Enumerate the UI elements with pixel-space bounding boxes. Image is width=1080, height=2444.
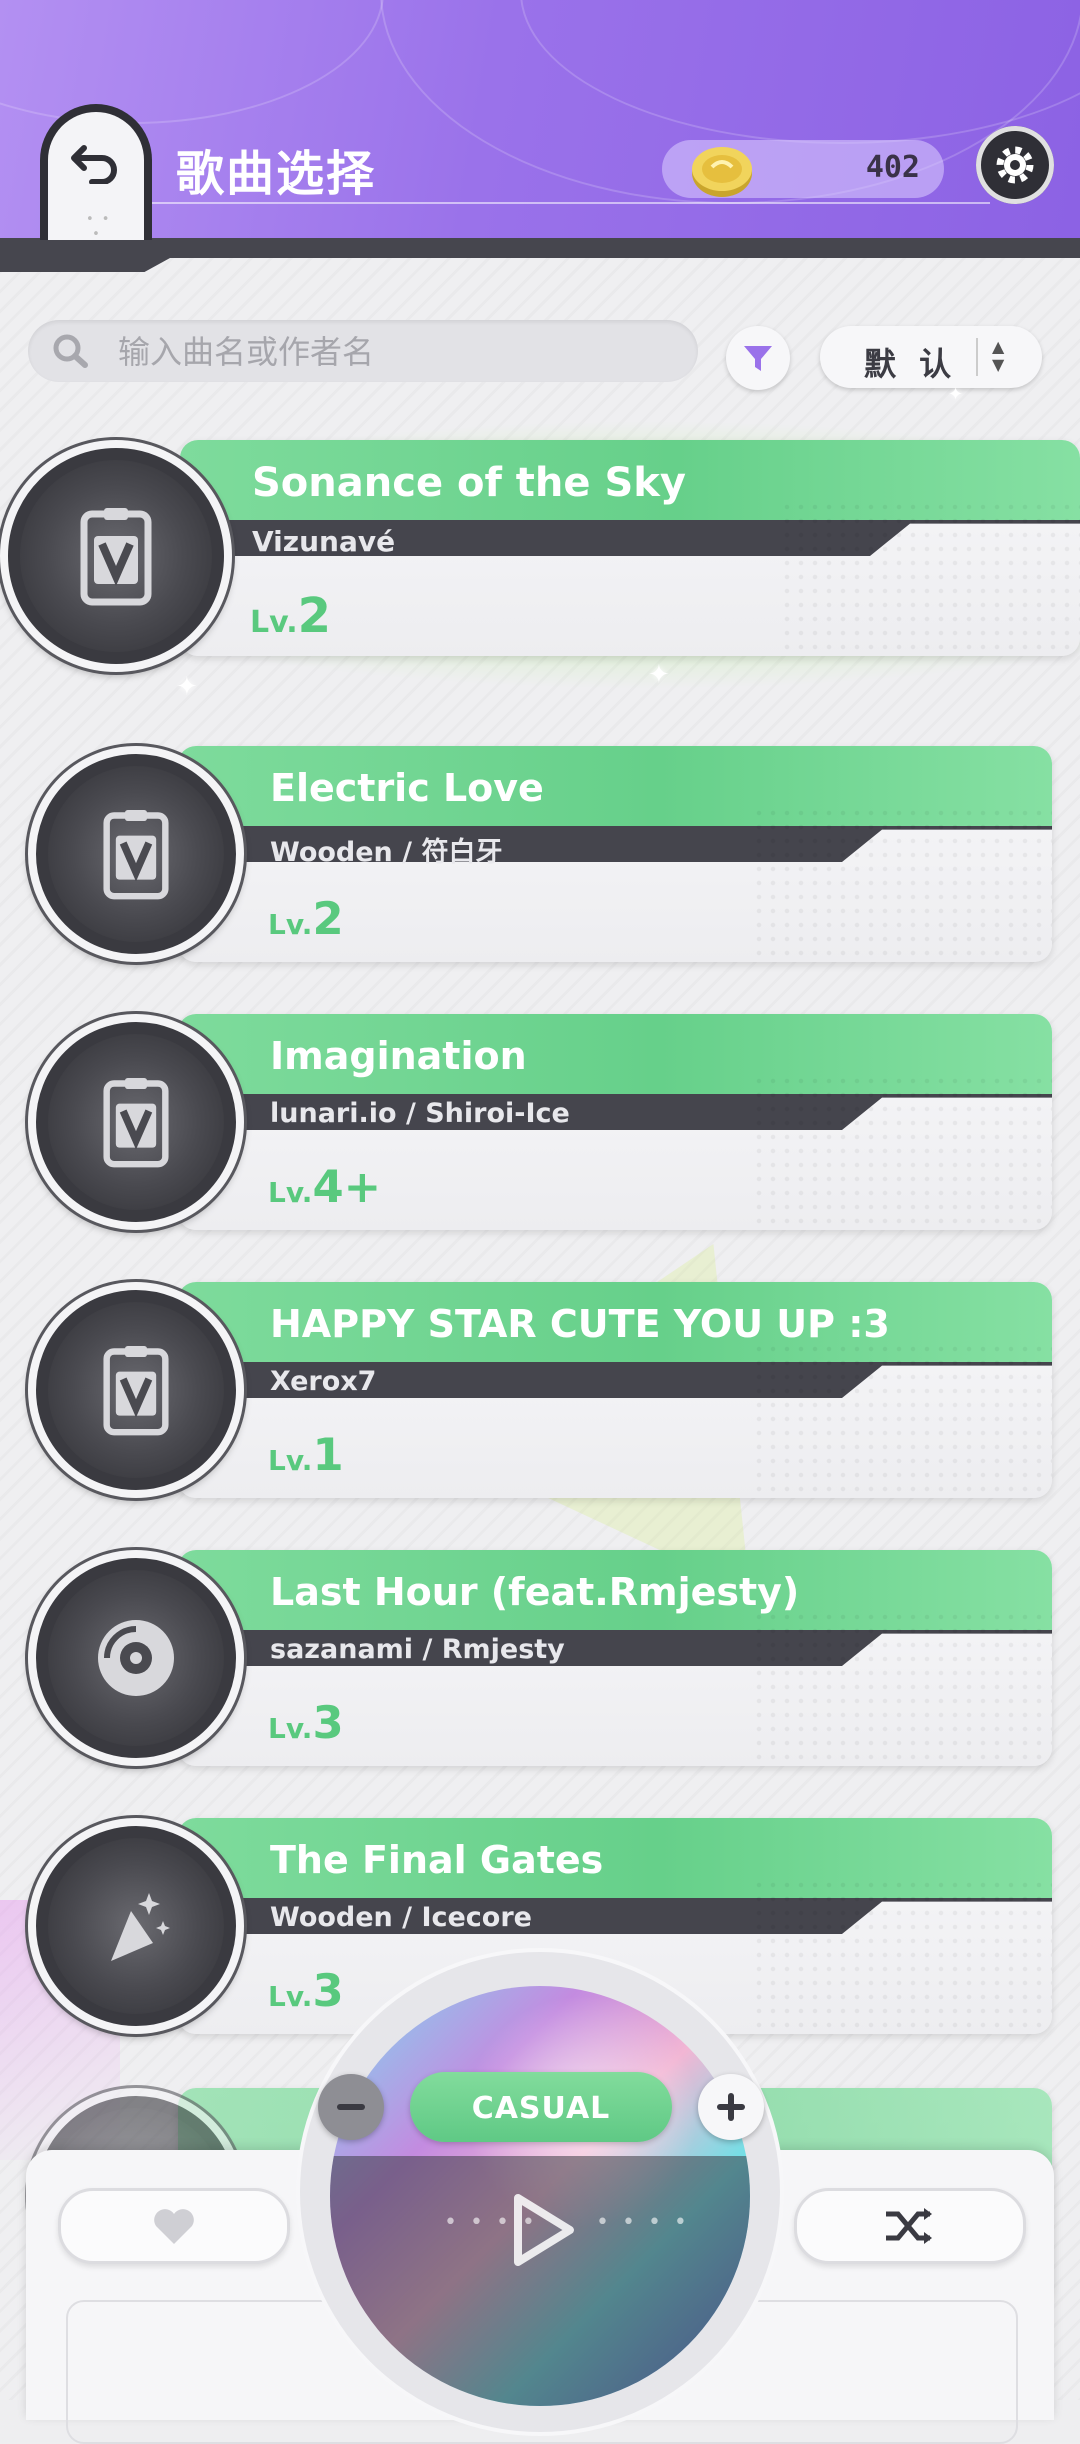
voucher-icon xyxy=(103,1346,169,1436)
difficulty-label: CASUAL xyxy=(471,2091,611,2126)
header-band-tab xyxy=(0,258,170,272)
header-band xyxy=(0,238,1080,258)
back-arrow-icon xyxy=(71,145,117,184)
play-dots-right: • • • • xyxy=(596,2210,690,2235)
song-artist: Wooden / Icecore xyxy=(270,1902,532,1933)
song-cover xyxy=(28,1282,244,1498)
song-title: The Final Gates xyxy=(270,1838,604,1882)
difficulty-selector[interactable]: CASUAL xyxy=(410,2072,672,2142)
song-artist: Wooden / 符白牙 xyxy=(270,837,503,868)
song-title: Electric Love xyxy=(270,766,544,810)
play-button[interactable] xyxy=(508,2192,578,2268)
song-item[interactable]: Electric Love Wooden / 符白牙 Lv.2 xyxy=(28,746,1052,962)
song-title: Sonance of the Sky xyxy=(252,460,686,506)
header-bar xyxy=(0,0,1080,240)
settings-button[interactable] xyxy=(976,126,1054,204)
heart-icon xyxy=(154,2209,194,2244)
filter-button[interactable] xyxy=(726,326,790,390)
song-cover xyxy=(0,440,232,672)
coin-icon xyxy=(692,147,752,197)
search-input[interactable] xyxy=(116,330,680,374)
sort-arrows-icon: ▲ ▼ xyxy=(992,337,1005,374)
song-title: HAPPY STAR CUTE YOU UP :3 xyxy=(270,1302,890,1346)
shuffle-button[interactable] xyxy=(794,2188,1026,2264)
voucher-icon xyxy=(80,508,152,606)
sort-label: 默 认 xyxy=(864,345,958,383)
song-cover xyxy=(28,1550,244,1766)
plus-icon xyxy=(717,2093,745,2121)
favorite-button[interactable] xyxy=(58,2188,290,2264)
back-button[interactable]: • • • xyxy=(40,104,152,242)
filter-icon xyxy=(744,346,772,371)
sort-dropdown[interactable]: 默 认 ▲ ▼ xyxy=(820,326,1042,388)
song-title: Imagination xyxy=(270,1034,527,1078)
song-artist: Vizunavé xyxy=(252,525,396,558)
song-level: Lv.2 xyxy=(250,588,332,644)
song-item[interactable]: Last Hour (feat.Rmjesty) sazanami / Rmje… xyxy=(28,1550,1052,1766)
minus-icon xyxy=(337,2104,365,2110)
search-bar xyxy=(28,320,698,382)
song-level: Lv.2 xyxy=(268,892,344,945)
party-popper-icon xyxy=(111,1893,170,1961)
song-artist: sazanami / Rmjesty xyxy=(270,1634,565,1665)
voucher-icon xyxy=(103,810,169,900)
song-level: Lv.3 xyxy=(268,1696,344,1749)
song-level: Lv.3 xyxy=(268,1964,344,2017)
disc-icon xyxy=(98,1620,174,1696)
song-cover xyxy=(28,1818,244,2034)
difficulty-decrease-button[interactable] xyxy=(318,2074,384,2140)
song-artist: Xerox7 xyxy=(270,1366,377,1397)
song-title: Last Hour (feat.Rmjesty) xyxy=(270,1570,800,1614)
difficulty-increase-button[interactable] xyxy=(698,2074,764,2140)
shuffle-icon xyxy=(886,2208,932,2244)
coin-count: 402 xyxy=(865,150,920,185)
song-cover xyxy=(28,746,244,962)
song-level: Lv.1 xyxy=(268,1428,344,1481)
song-item-selected[interactable]: Sonance of the Sky Vizunavé Lv.2 xyxy=(0,420,1080,690)
song-item[interactable]: HAPPY STAR CUTE YOU UP :3 Xerox7 Lv.1 xyxy=(28,1282,1052,1498)
song-level: Lv.4+ xyxy=(268,1160,382,1213)
search-icon xyxy=(53,334,88,368)
page-title: 歌曲选择 xyxy=(176,146,377,202)
gear-icon xyxy=(996,146,1034,184)
song-item[interactable]: Imagination lunari.io / Shiroi-Ice Lv.4+ xyxy=(28,1014,1052,1230)
song-cover xyxy=(28,1014,244,1230)
song-artist: lunari.io / Shiroi-Ice xyxy=(270,1098,570,1129)
voucher-icon xyxy=(103,1078,169,1168)
